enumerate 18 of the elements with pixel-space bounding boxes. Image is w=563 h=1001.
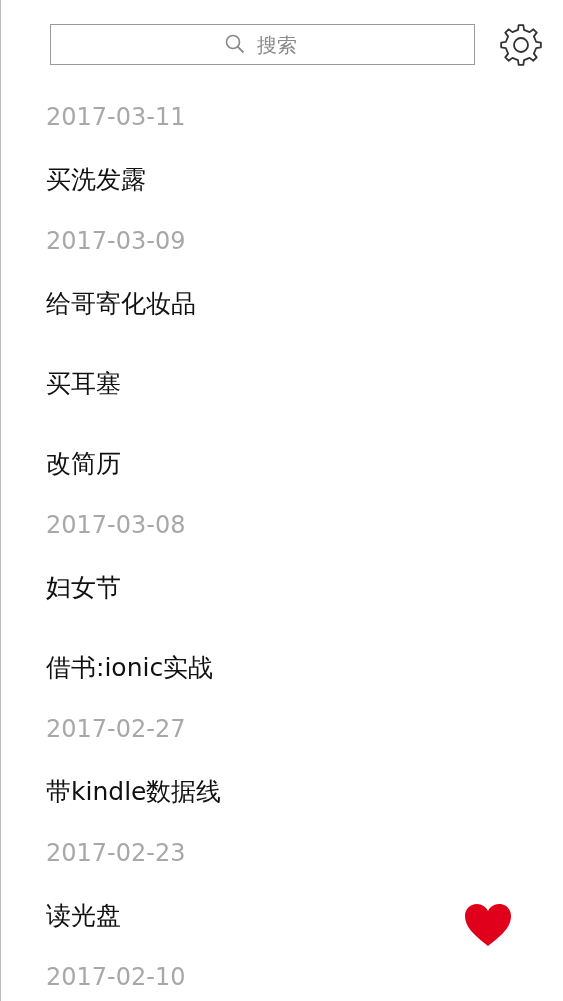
search-field[interactable]: 搜索 [50, 24, 475, 65]
note-title[interactable]: 妇女节 [46, 570, 121, 604]
note-title[interactable]: 借书:ionic实战 [46, 650, 214, 684]
note-title[interactable]: 改简历 [46, 446, 121, 480]
date-header: 2017-02-10 [46, 963, 186, 991]
note-title[interactable]: 读光盘 [46, 898, 121, 932]
note-title[interactable]: 带kindle数据线 [46, 774, 222, 808]
search-icon [224, 34, 245, 54]
date-header: 2017-03-09 [46, 227, 186, 255]
date-header: 2017-03-11 [46, 103, 186, 131]
note-title[interactable]: 买洗发露 [46, 162, 146, 196]
date-header: 2017-03-08 [46, 511, 186, 539]
date-header: 2017-02-23 [46, 839, 186, 867]
note-title[interactable]: 给哥寄化妆品 [46, 286, 196, 320]
settings-icon[interactable] [499, 22, 543, 67]
date-header: 2017-02-27 [46, 715, 186, 743]
heart-icon[interactable] [464, 903, 512, 947]
note-title[interactable]: 买耳塞 [46, 366, 121, 400]
